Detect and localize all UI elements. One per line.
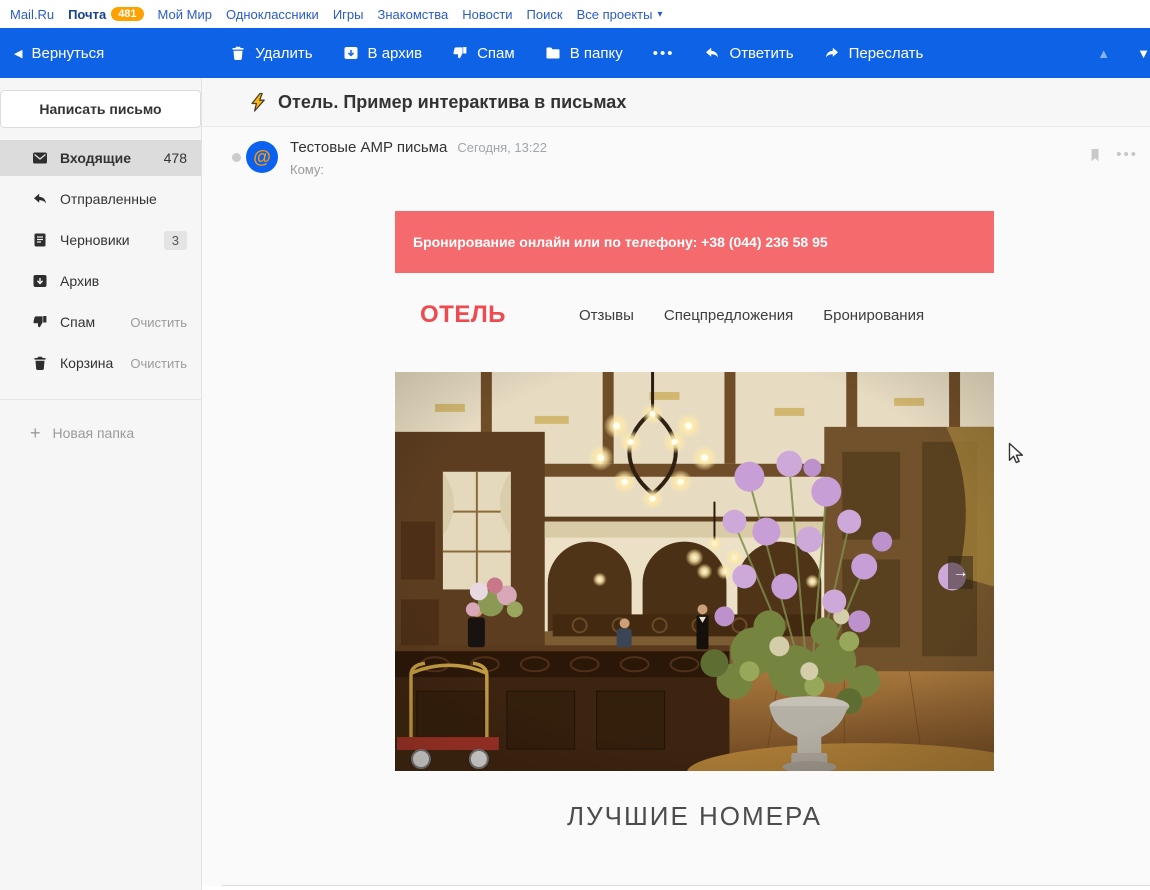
message-pane: Отель. Пример интерактива в письмах @ Те… <box>202 78 1150 890</box>
arrow-right-icon: → <box>953 564 969 582</box>
message-menu-dots[interactable]: ••• <box>1116 146 1138 163</box>
nav-znakomstva-link[interactable]: Знакомства <box>378 7 449 22</box>
next-message-icon[interactable]: ▼ <box>1137 46 1150 61</box>
more-actions-button[interactable]: ••• <box>653 45 675 62</box>
carousel-next-button[interactable]: → <box>948 556 973 589</box>
inbox-count: 478 <box>164 150 187 166</box>
clear-trash-link[interactable]: Очистить <box>130 356 187 371</box>
move-to-folder-button[interactable]: В папку <box>545 45 623 62</box>
back-icon: ◀ <box>14 47 22 60</box>
nav-moymir-link[interactable]: Мой Мир <box>158 7 212 22</box>
recipient-label: Кому: <box>290 162 324 177</box>
sidebar-item-sent[interactable]: Отправленные <box>0 181 201 217</box>
plus-icon: + <box>30 426 41 440</box>
message-subject: Отель. Пример интерактива в письмах <box>278 92 626 113</box>
spam-thumbs-down-icon <box>32 314 48 330</box>
hotel-lobby-illustration <box>395 372 994 771</box>
sender-name: Тестовые AMP письмаСегодня, 13:22 <box>290 139 547 156</box>
reply-button[interactable]: Ответить <box>704 45 793 62</box>
nav-novosti-link[interactable]: Новости <box>462 7 512 22</box>
sender-avatar: @ <box>246 141 278 173</box>
message-header: @ Тестовые AMP письмаСегодня, 13:22 Кому… <box>202 127 1150 211</box>
hotel-nav-bookings[interactable]: Бронирования <box>823 307 924 324</box>
trash-bin-icon <box>32 355 48 371</box>
trash-icon <box>230 45 246 61</box>
toolbar-pager: ▲ ▼ <box>1097 46 1150 61</box>
sidebar-item-archive[interactable]: Архив <box>0 263 201 299</box>
message-toolbar: ◀ Вернуться Удалить В архив Спам В папк <box>0 28 1150 78</box>
archive-button[interactable]: В архив <box>343 45 423 62</box>
email-body: Бронирование онлайн или по телефону: +38… <box>395 211 994 832</box>
sidebar-item-trash[interactable]: Корзина Очистить <box>0 345 201 381</box>
prev-message-icon[interactable]: ▲ <box>1097 46 1110 61</box>
nav-mailru-link[interactable]: Mail.Ru <box>10 7 54 22</box>
booking-online-link[interactable]: онлайн <box>519 234 570 250</box>
unread-dot <box>232 153 241 162</box>
hotel-nav: ОТЕЛЬ Отзывы Спецпредложения Бронировани… <box>395 285 994 345</box>
nav-igry-link[interactable]: Игры <box>333 7 364 22</box>
clear-spam-link[interactable]: Очистить <box>130 315 187 330</box>
hotel-logo[interactable]: ОТЕЛЬ <box>420 301 506 329</box>
sidebar-divider <box>0 399 201 400</box>
folders-sidebar: Написать письмо Входящие 478 Отправленны… <box>0 78 202 890</box>
forward-arrow-icon <box>824 45 840 61</box>
archive-box-icon <box>32 273 48 289</box>
compose-button[interactable]: Написать письмо <box>0 90 201 128</box>
portal-nav: Mail.Ru Почта 481 Мой Мир Одноклассники … <box>0 0 1150 28</box>
back-button[interactable]: ◀ Вернуться <box>14 45 104 62</box>
delete-button[interactable]: Удалить <box>230 45 312 62</box>
spam-button[interactable]: Спам <box>452 45 515 62</box>
sent-reply-icon <box>32 191 48 207</box>
hotel-nav-items: Отзывы Спецпредложения Бронирования <box>579 307 924 324</box>
sidebar-item-inbox[interactable]: Входящие 478 <box>0 140 201 176</box>
message-subject-row: Отель. Пример интерактива в письмах <box>202 78 1150 127</box>
new-folder-button[interactable]: + Новая папка <box>30 425 201 441</box>
message-date: Сегодня, 13:22 <box>457 140 547 155</box>
sidebar-item-drafts[interactable]: Черновики 3 <box>0 222 201 258</box>
drafts-count-badge: 3 <box>164 231 187 250</box>
lightning-amp-icon <box>248 92 268 112</box>
section-title: ЛУЧШИЕ НОМЕРА <box>395 801 994 832</box>
drafts-document-icon <box>32 232 48 248</box>
folder-icon <box>545 45 561 61</box>
archive-icon <box>343 45 359 61</box>
hotel-nav-reviews[interactable]: Отзывы <box>579 307 634 324</box>
thumbs-down-icon <box>452 45 468 61</box>
booking-banner: Бронирование онлайн или по телефону: +38… <box>395 211 994 273</box>
hotel-lobby-photo: → <box>395 372 994 771</box>
nav-poisk-link[interactable]: Поиск <box>527 7 563 22</box>
nav-pochta-link[interactable]: Почта 481 <box>68 7 143 22</box>
caret-down-icon: ▾ <box>657 9 662 20</box>
nav-odnoklassniki-link[interactable]: Одноклассники <box>226 7 319 22</box>
forward-button[interactable]: Переслать <box>824 45 924 62</box>
unread-count-badge: 481 <box>111 7 143 21</box>
app-body: Написать письмо Входящие 478 Отправленны… <box>0 78 1150 890</box>
hotel-nav-offers[interactable]: Спецпредложения <box>664 307 793 324</box>
bookmark-flag-icon[interactable] <box>1087 147 1103 163</box>
reply-arrow-icon <box>704 45 720 61</box>
inbox-envelope-icon <box>32 150 48 166</box>
toolbar-actions: Удалить В архив Спам В папку ••• Ответит <box>230 45 923 62</box>
reply-area-strip <box>202 886 1150 890</box>
sidebar-item-spam[interactable]: Спам Очистить <box>0 304 201 340</box>
nav-all-projects-link[interactable]: Все проекты ▾ <box>577 7 663 22</box>
